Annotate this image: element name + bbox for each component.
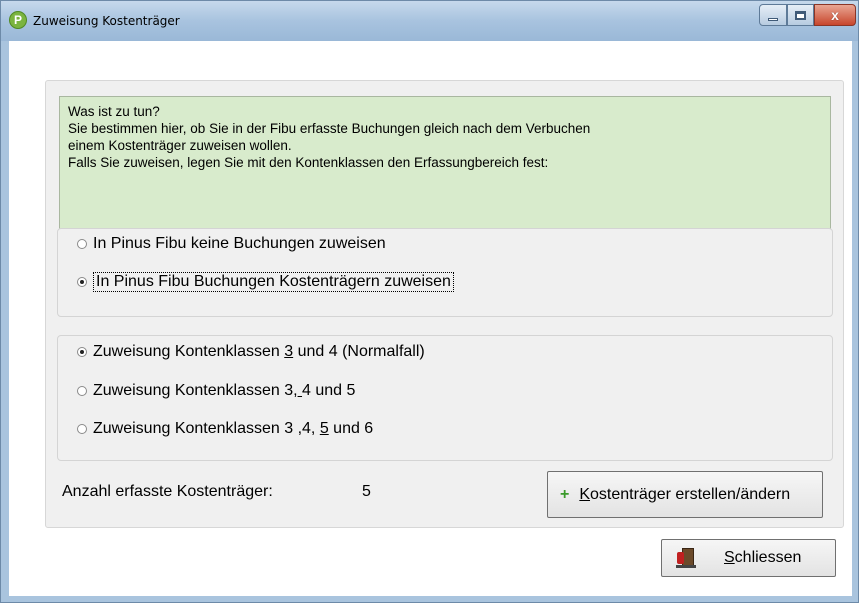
dialog-window: P Zuweisung Kostenträger x Was ist zu tu… — [0, 0, 859, 603]
create-edit-cost-unit-button[interactable]: + Kostenträger erstellen/ändern — [547, 471, 823, 518]
minimize-button[interactable] — [759, 4, 787, 26]
radio-button[interactable] — [77, 386, 87, 396]
radio-button[interactable] — [77, 239, 87, 249]
button-label: Kostenträger erstellen/ändern — [579, 485, 791, 503]
maximize-button[interactable] — [787, 4, 814, 26]
radio-label: Zuweisung Kontenklassen 3 ,4, 5 und 6 — [93, 420, 374, 437]
exit-door-icon — [676, 547, 696, 569]
button-label: Schliessen — [724, 549, 802, 566]
radio-button[interactable] — [77, 347, 87, 357]
close-button[interactable]: Schliessen — [661, 539, 836, 577]
minimize-icon — [768, 17, 778, 21]
radio-label: Zuweisung Kontenklassen 3 und 4 (Normalf… — [93, 343, 425, 360]
count-label: Anzahl erfasste Kostenträger: — [62, 483, 273, 500]
radio-label: Zuweisung Kontenklassen 3, 4 und 5 — [93, 382, 356, 399]
title-bar[interactable]: P Zuweisung Kostenträger x — [1, 1, 858, 41]
plus-icon: + — [560, 485, 570, 503]
radio-assign[interactable]: In Pinus Fibu Buchungen Kostenträgern zu… — [77, 272, 454, 292]
pinus-app-icon[interactable]: P — [9, 11, 27, 29]
maximize-icon — [795, 10, 806, 20]
info-box: Was ist zu tun? Sie bestimmen hier, ob S… — [59, 96, 831, 246]
radio-label: In Pinus Fibu Buchungen Kostenträgern zu… — [93, 272, 454, 292]
info-line: Was ist zu tun? — [68, 104, 160, 119]
info-line: Falls Sie zuweisen, legen Sie mit den Ko… — [68, 155, 549, 170]
close-window-button[interactable]: x — [814, 4, 856, 26]
info-line: Sie bestimmen hier, ob Sie in der Fibu e… — [68, 121, 591, 136]
close-icon: x — [831, 7, 839, 23]
radio-label: In Pinus Fibu keine Buchungen zuweisen — [93, 235, 386, 252]
radio-button[interactable] — [77, 277, 87, 287]
radio-class-3-4-5[interactable]: Zuweisung Kontenklassen 3, 4 und 5 — [77, 382, 355, 400]
radio-class-3-4[interactable]: Zuweisung Kontenklassen 3 und 4 (Normalf… — [77, 343, 425, 361]
count-value: 5 — [362, 483, 371, 500]
window-title: Zuweisung Kostenträger — [33, 14, 180, 28]
radio-no-assign[interactable]: In Pinus Fibu keine Buchungen zuweisen — [77, 235, 386, 253]
info-line: einem Kostenträger zuweisen wollen. — [68, 138, 292, 153]
radio-class-3-4-5-6[interactable]: Zuweisung Kontenklassen 3 ,4, 5 und 6 — [77, 420, 373, 438]
radio-button[interactable] — [77, 424, 87, 434]
dialog-client-area: Was ist zu tun? Sie bestimmen hier, ob S… — [9, 41, 852, 596]
